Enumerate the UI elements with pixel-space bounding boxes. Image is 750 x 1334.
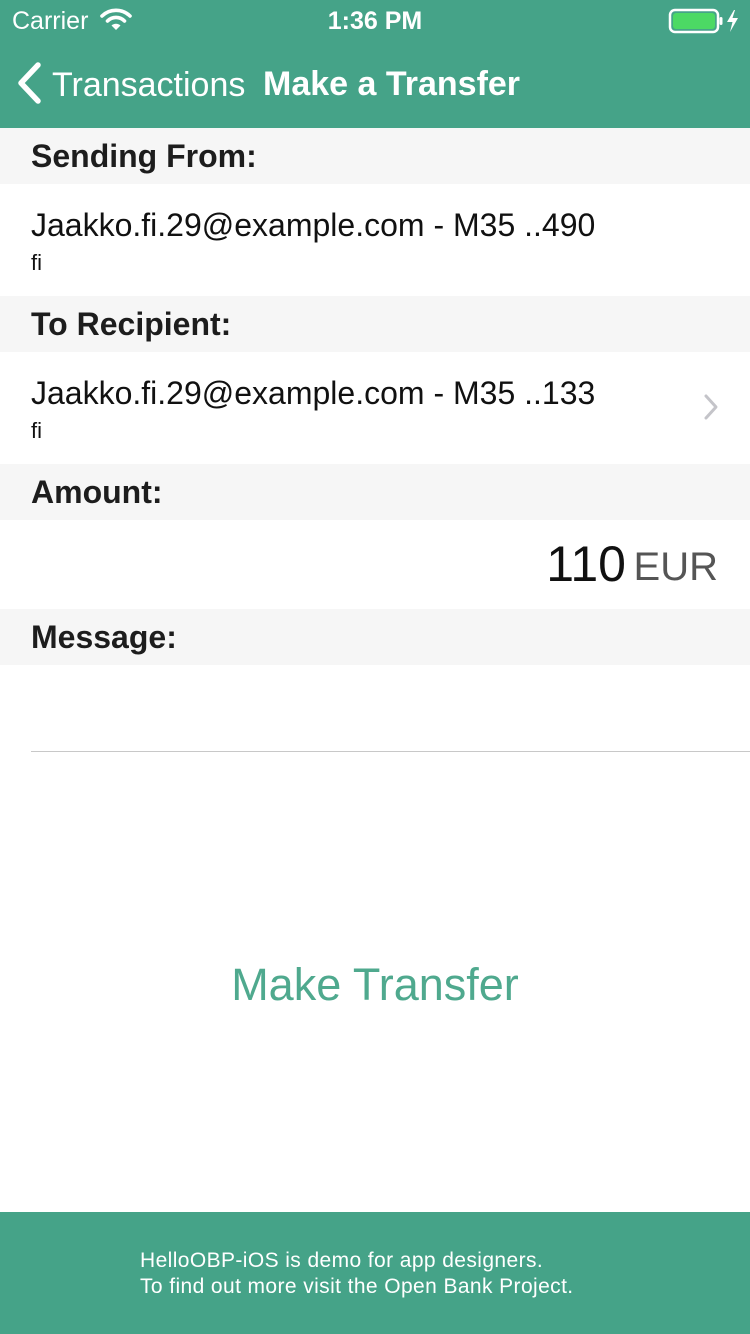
navigation-bar: Carrier 1:36 PM Transactions Make a Tran… xyxy=(0,0,750,128)
page-title: Make a Transfer xyxy=(263,65,521,103)
chevron-left-icon xyxy=(14,61,52,110)
message-header-label: Message: xyxy=(31,619,177,655)
sending-from-header: Sending From: xyxy=(0,128,750,184)
status-time: 1:36 PM xyxy=(327,7,423,35)
back-button-label: Transactions xyxy=(52,66,246,104)
make-transfer-button[interactable]: Make Transfer xyxy=(0,950,750,1020)
to-recipient-header-label: To Recipient: xyxy=(31,306,232,342)
recipient-bank: fi xyxy=(31,418,42,443)
sending-from-bank: fi xyxy=(31,250,42,275)
footer-line-1: HelloOBP-iOS is demo for app designers. xyxy=(140,1249,544,1272)
footer-banner: HelloOBP-iOS is demo for app designers. … xyxy=(0,1212,750,1334)
back-button[interactable]: Transactions xyxy=(14,60,245,110)
message-header: Message: xyxy=(0,609,750,665)
sending-from-header-label: Sending From: xyxy=(31,138,257,174)
sending-from-account: Jaakko.fi.29@example.com - M35 ..490 xyxy=(31,207,596,243)
amount-header: Amount: xyxy=(0,464,750,520)
recipient-account-cell[interactable]: Jaakko.fi.29@example.com - M35 ..133 fi xyxy=(0,352,750,464)
sending-from-account-cell: Jaakko.fi.29@example.com - M35 ..490 fi xyxy=(0,184,750,296)
amount-currency: EUR xyxy=(633,545,718,589)
to-recipient-header: To Recipient: xyxy=(0,296,750,352)
amount-field[interactable]: 110 EUR xyxy=(0,520,750,608)
amount-header-label: Amount: xyxy=(31,474,163,510)
recipient-account: Jaakko.fi.29@example.com - M35 ..133 xyxy=(31,375,596,411)
footer-line-2: To find out more visit the Open Bank Pro… xyxy=(140,1275,574,1298)
message-input[interactable] xyxy=(31,665,750,752)
amount-value: 110 xyxy=(546,536,626,592)
